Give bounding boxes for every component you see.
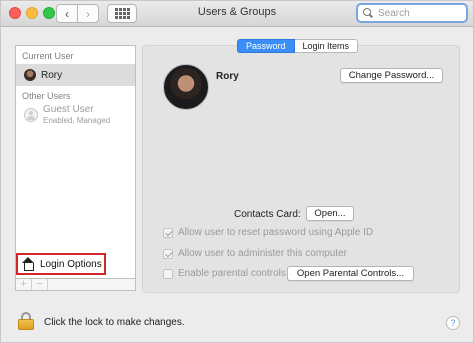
- open-contacts-button[interactable]: Open...: [306, 206, 354, 221]
- user-row-guest[interactable]: Guest User Enabled, Managed: [16, 102, 135, 128]
- reset-apple-id-option[interactable]: Allow user to reset password using Apple…: [163, 227, 373, 238]
- add-user-button[interactable]: +: [16, 279, 32, 290]
- house-icon: [21, 257, 35, 271]
- add-remove-bar: + −: [15, 279, 136, 291]
- user-name: Rory: [41, 69, 63, 81]
- open-parental-controls-button[interactable]: Open Parental Controls...: [287, 266, 414, 281]
- profile-name: Rory: [216, 71, 239, 82]
- login-options-label: Login Options: [40, 258, 102, 270]
- reset-apple-id-label: Allow user to reset password using Apple…: [178, 227, 374, 238]
- search-input[interactable]: [378, 7, 458, 19]
- other-users-heading: Other Users: [22, 91, 71, 101]
- title-bar: ‹ › Users & Groups: [1, 1, 473, 27]
- search-icon: [363, 8, 373, 18]
- parental-controls-option[interactable]: Enable parental controls: [163, 268, 286, 279]
- help-button[interactable]: ?: [446, 316, 460, 330]
- reset-apple-id-checkbox[interactable]: [163, 227, 173, 238]
- tab-login-items[interactable]: Login Items: [294, 39, 359, 53]
- login-options-item[interactable]: Login Options: [16, 253, 106, 275]
- lock-message: Click the lock to make changes.: [44, 317, 185, 328]
- tab-password[interactable]: Password: [237, 39, 295, 53]
- user-picture[interactable]: [163, 64, 209, 110]
- avatar: [24, 69, 36, 81]
- users-list: Current User Rory Other Users Guest User…: [15, 45, 136, 279]
- user-row-current[interactable]: Rory: [16, 64, 135, 86]
- search-field[interactable]: [356, 3, 468, 23]
- administer-checkbox[interactable]: [163, 248, 173, 259]
- remove-user-button[interactable]: −: [32, 279, 48, 290]
- administer-label: Allow user to administer this computer: [178, 248, 347, 259]
- change-password-button[interactable]: Change Password...: [340, 68, 443, 83]
- guest-user-icon: [24, 108, 38, 122]
- lock-icon[interactable]: [18, 312, 34, 330]
- tab-bar: Password Login Items: [237, 39, 359, 53]
- contacts-card-label: Contacts Card:: [234, 209, 301, 220]
- parental-controls-checkbox[interactable]: [163, 268, 173, 279]
- guest-name: Guest User: [43, 104, 94, 115]
- current-user-heading: Current User: [22, 51, 74, 61]
- administer-option[interactable]: Allow user to administer this computer: [163, 248, 347, 259]
- parental-controls-label: Enable parental controls: [178, 268, 286, 279]
- guest-status: Enabled, Managed: [43, 116, 111, 125]
- preferences-window: ‹ › Users & Groups Current User Rory Oth…: [0, 0, 474, 343]
